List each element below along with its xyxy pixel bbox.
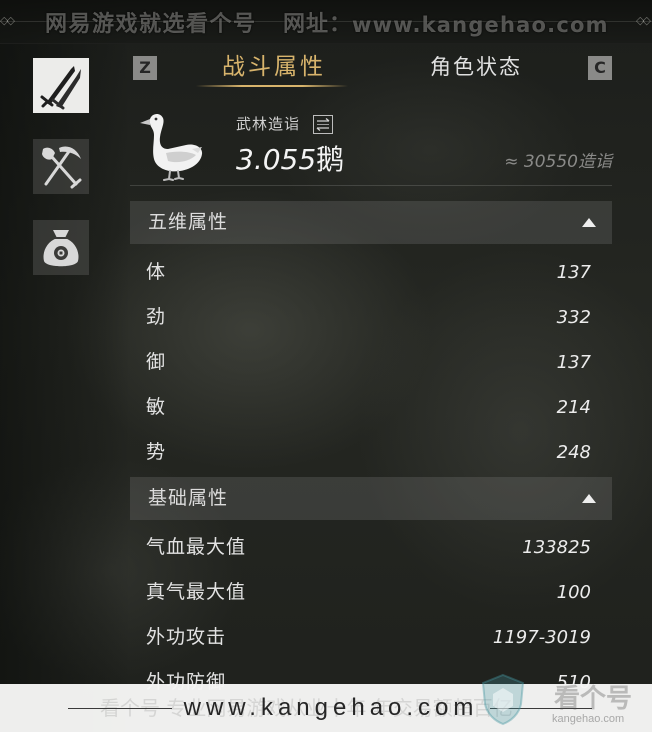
sidebar-item-tools[interactable] [33, 139, 89, 194]
attribute-row: 势 248 [130, 430, 612, 475]
attribute-label: 势 [146, 441, 167, 463]
section-title: 五维属性 [148, 211, 229, 233]
section-header-basic-attributes[interactable]: 基础属性 [130, 477, 612, 520]
watermark-slogan: 网易游戏就选看个号 [45, 12, 257, 37]
attribute-label: 气血最大值 [146, 536, 247, 558]
next-tab-key-hint: C [588, 56, 612, 80]
section-title: 基础属性 [148, 487, 229, 509]
tab-combat-attributes[interactable]: 战斗属性 [200, 50, 345, 84]
attribute-value: 133825 [522, 537, 591, 558]
prev-tab-key-hint: Z [133, 56, 157, 80]
attribute-value: 214 [556, 397, 591, 418]
shield-logo-icon [481, 673, 525, 726]
active-tab-underline [196, 85, 348, 87]
tab-character-status[interactable]: 角色状态 [400, 50, 550, 84]
bottom-watermark-banner: 看个号 专业网易游戏从业十年 年交易额超百亿 www.kangehao.com … [0, 673, 652, 732]
money-bag-icon [43, 230, 79, 267]
watermark-site-label: 网址： [283, 12, 353, 37]
watermark-logo-name: 看个号 [554, 684, 633, 714]
attribute-row: 敏 214 [130, 385, 612, 430]
attribute-row: 体 137 [130, 250, 612, 295]
section-header-five-dimensions[interactable]: 五维属性 [130, 201, 612, 244]
top-watermark-banner: ◇◇ ◇◇ 网易游戏就选看个号 网址： www.kangehao.com [0, 0, 652, 44]
watermark-logo-domain: kangehao.com [552, 713, 625, 725]
goose-icon [140, 113, 203, 181]
attribute-row: 外功攻击 1197-3019 [130, 615, 612, 660]
attribute-row: 真气最大值 100 [130, 570, 612, 615]
attainment-approx-value: ≈ 30550造诣 [504, 152, 612, 172]
attribute-value: 137 [556, 262, 591, 283]
attribute-value: 1197-3019 [492, 627, 591, 648]
watermark-url: www.kangehao.com [352, 13, 609, 37]
attribute-label: 御 [146, 351, 167, 373]
diamond-ornament-left: ◇◇ [0, 14, 15, 27]
collapse-triangle-icon[interactable] [582, 218, 596, 227]
attribute-label: 外功攻击 [146, 626, 227, 648]
sidebar-item-money[interactable] [33, 220, 89, 275]
attribute-label: 真气最大值 [146, 581, 247, 603]
attribute-value: 248 [556, 442, 591, 463]
collapse-triangle-icon[interactable] [582, 494, 596, 503]
attribute-label: 体 [146, 261, 167, 283]
shovel-pickaxe-icon [42, 146, 82, 189]
weapon-icon [40, 66, 81, 110]
attribute-row: 气血最大值 133825 [130, 525, 612, 570]
switch-icon[interactable] [313, 115, 333, 134]
sidebar-item-weapon[interactable] [33, 58, 89, 113]
attribute-row: 劲 332 [130, 295, 612, 340]
attribute-value: 100 [556, 582, 591, 603]
attainment-number: 3.055 [236, 143, 317, 176]
attribute-label: 劲 [146, 306, 167, 328]
watermark-logo: 看个号 kangehao.com [474, 672, 646, 728]
attribute-label: 敏 [146, 396, 167, 418]
attainment-unit: 鹅 [316, 143, 345, 176]
attribute-value: 137 [556, 352, 591, 373]
summary-divider [130, 185, 612, 186]
wulin-attainment-label: 武林造诣 [236, 115, 301, 133]
attainment-value: 3.055鹅 [236, 140, 344, 184]
attribute-value: 332 [556, 307, 591, 328]
attribute-row: 御 137 [130, 340, 612, 385]
diamond-ornament-right: ◇◇ [636, 14, 651, 27]
